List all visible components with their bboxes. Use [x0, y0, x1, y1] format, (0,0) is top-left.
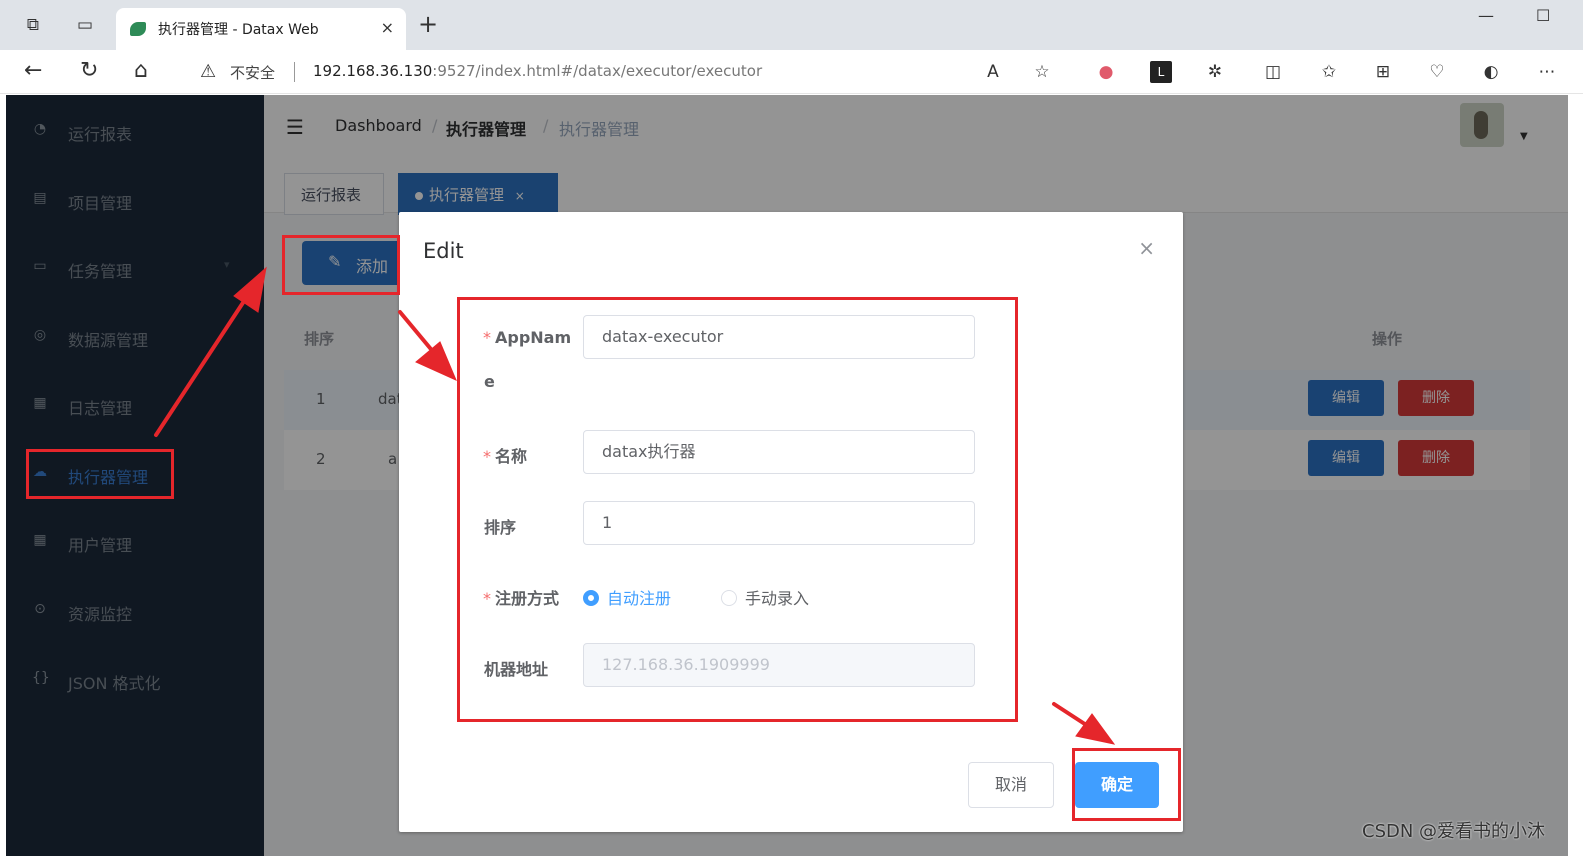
appname-input[interactable]: datax-executor	[583, 315, 975, 359]
extension-dark-icon[interactable]: L	[1150, 61, 1172, 83]
name-label-text: 名称	[495, 447, 528, 466]
warning-icon[interactable]: ⚠	[200, 61, 216, 82]
name-label: * 名称	[483, 443, 527, 467]
minimize-icon[interactable]: —	[1478, 6, 1494, 25]
order-label: 排序	[484, 518, 517, 537]
tab-title: 执行器管理 - Datax Web	[158, 22, 319, 38]
confirm-button[interactable]: 确定	[1075, 762, 1159, 808]
radio-manual-label: 手动录入	[745, 589, 810, 608]
appname-label: * AppNam	[483, 328, 571, 347]
browser-essentials-icon[interactable]: ♡	[1426, 61, 1448, 83]
browser-tab[interactable]: 执行器管理 - Datax Web ×	[116, 8, 406, 50]
required-mark: *	[483, 589, 491, 608]
radio-manual-entry[interactable]: 手动录入	[721, 585, 809, 609]
workspaces-icon[interactable]: ⧉	[22, 14, 44, 36]
site-favicon-icon	[130, 22, 146, 36]
close-icon[interactable]: ×	[1138, 236, 1155, 260]
appname-label-text: AppNam	[495, 328, 572, 347]
radio-auto-register[interactable]: 自动注册	[583, 585, 671, 609]
address-separator	[294, 62, 295, 82]
home-icon[interactable]: ⌂	[134, 59, 148, 83]
url-path: :9527/index.html#/datax/executor/executo…	[432, 62, 763, 80]
required-mark: *	[483, 447, 491, 466]
favorites-icon[interactable]: ✩	[1318, 61, 1340, 83]
watermark: CSDN @爱看书的小沐	[1362, 821, 1546, 842]
window-edge	[1568, 95, 1583, 856]
vertical-tabs-icon[interactable]: ▭	[74, 14, 96, 36]
read-aloud-icon[interactable]: A	[982, 61, 1004, 83]
extension-record-icon[interactable]: ●	[1095, 61, 1117, 83]
register-label: * 注册方式	[483, 585, 559, 609]
address-label: 机器地址	[484, 660, 549, 679]
address-bar-row: ← ↻ ⌂ ⚠ 不安全 192.168.36.130:9527/index.ht…	[0, 50, 1583, 94]
register-label-text: 注册方式	[495, 589, 560, 608]
url-input[interactable]: 192.168.36.130:9527/index.html#/datax/ex…	[313, 62, 762, 80]
url-host: 192.168.36.130	[313, 62, 433, 80]
order-input[interactable]: 1	[583, 501, 975, 545]
security-label[interactable]: 不安全	[230, 62, 275, 83]
favorite-star-icon[interactable]: ☆	[1031, 61, 1053, 83]
profile-icon[interactable]: ◐	[1480, 61, 1502, 83]
extensions-icon[interactable]: ✲	[1204, 61, 1226, 83]
maximize-icon[interactable]: ☐	[1536, 6, 1550, 25]
split-screen-icon[interactable]: ◫	[1262, 61, 1284, 83]
required-mark: *	[483, 328, 491, 347]
tab-close-icon[interactable]: ×	[381, 18, 394, 37]
radio-checked-icon	[583, 590, 599, 606]
appname-label-wrap: e	[484, 372, 495, 391]
back-icon[interactable]: ←	[24, 59, 42, 83]
dialog-title: Edit	[423, 239, 464, 263]
name-input[interactable]: datax执行器	[583, 430, 975, 474]
address-input: 127.168.36.1909999	[583, 643, 975, 687]
radio-unchecked-icon	[721, 590, 737, 606]
edit-dialog: Edit × * AppNam e datax-executor * 名称 data…	[399, 212, 1183, 832]
cancel-button[interactable]: 取消	[968, 762, 1054, 808]
new-tab-button[interactable]: +	[418, 12, 438, 36]
refresh-icon[interactable]: ↻	[80, 59, 98, 83]
radio-auto-label: 自动注册	[607, 589, 672, 608]
collections-icon[interactable]: ⊞	[1372, 61, 1394, 83]
browser-tab-bar: ⧉ ▭ 执行器管理 - Datax Web × + — ☐	[0, 0, 1583, 50]
more-options-icon[interactable]: ⋯	[1536, 61, 1558, 83]
